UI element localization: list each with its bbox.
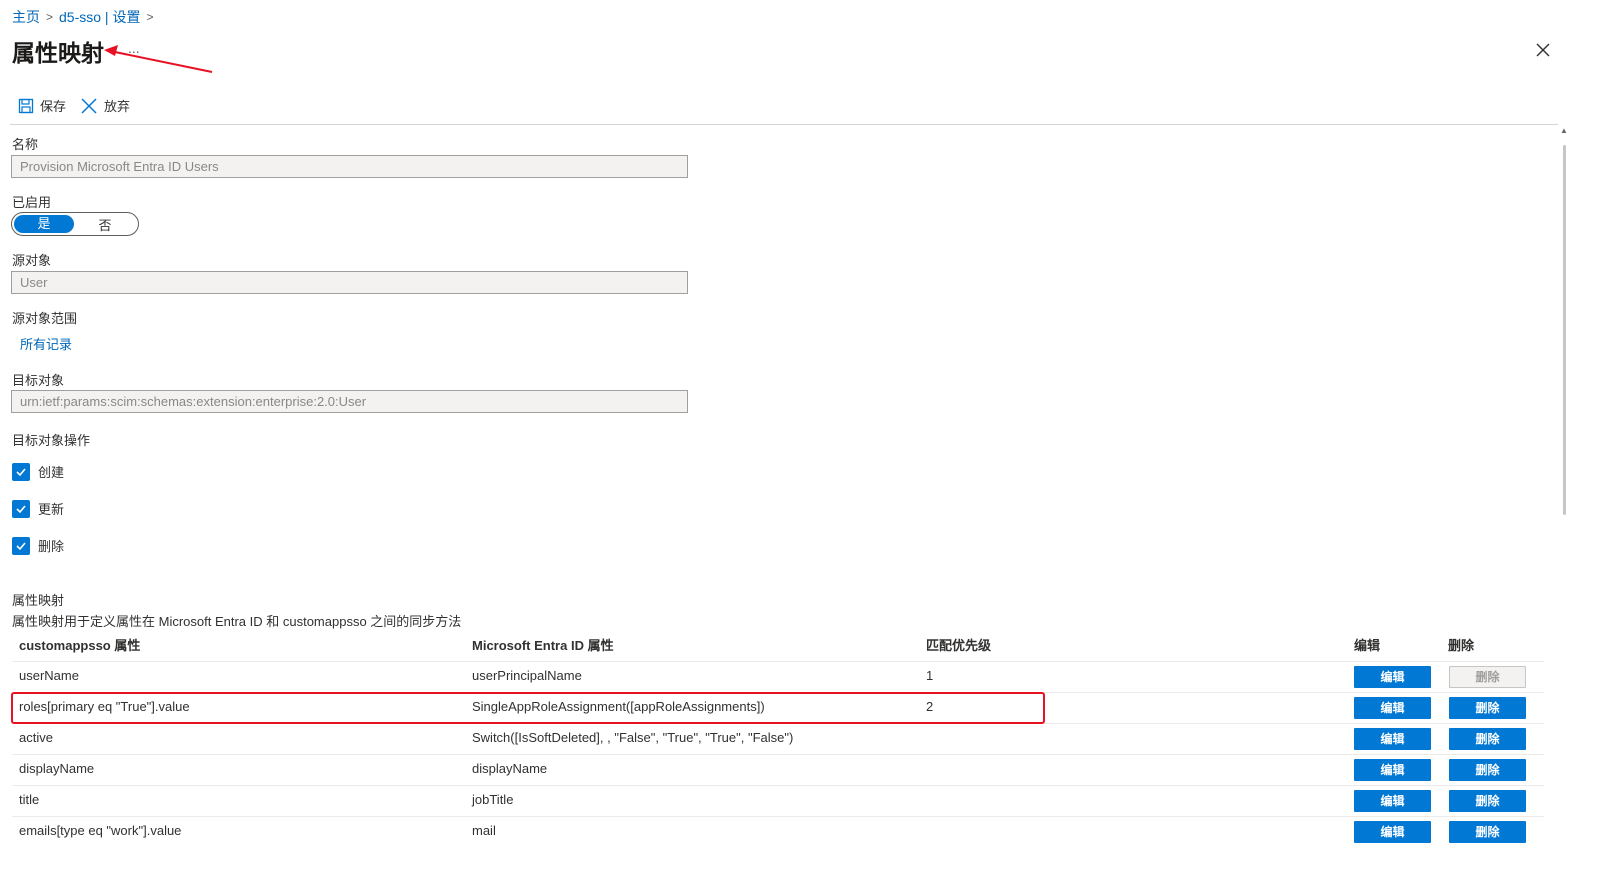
table-row: title jobTitle 编辑 删除	[12, 785, 1544, 816]
checkmark-icon	[12, 499, 30, 518]
column-header-source: Microsoft Entra ID 属性	[472, 638, 614, 653]
chevron-right-icon: >	[146, 10, 154, 24]
source-scope-label: 源对象范围	[12, 311, 78, 326]
action-create-label: 创建	[38, 465, 65, 480]
delete-button[interactable]: 删除	[1449, 728, 1526, 750]
target-object-label: 目标对象	[12, 373, 65, 388]
source-object-label: 源对象	[12, 253, 52, 268]
save-icon	[18, 98, 34, 113]
cell-source: displayName	[472, 761, 548, 776]
mappings-section-title: 属性映射	[12, 593, 65, 608]
close-icon[interactable]	[1533, 40, 1553, 60]
action-update-label: 更新	[38, 502, 65, 517]
target-actions-label: 目标对象操作	[12, 433, 91, 448]
cell-source: userPrincipalName	[472, 668, 582, 683]
scrollbar-thumb[interactable]	[1563, 145, 1566, 515]
column-header-delete: 删除	[1448, 638, 1475, 653]
cell-target: title	[19, 792, 40, 807]
table-row: userName userPrincipalName 1 编辑 删除	[12, 661, 1544, 692]
annotation-arrow	[104, 45, 213, 73]
action-update-checkbox[interactable]: 更新	[12, 499, 64, 518]
table-row: active Switch([IsSoftDeleted], , "False"…	[12, 723, 1544, 754]
cell-source: Switch([IsSoftDeleted], , "False", "True…	[472, 730, 794, 745]
mappings-description: 属性映射用于定义属性在 Microsoft Entra ID 和 customa…	[12, 614, 462, 629]
action-delete-checkbox[interactable]: 删除	[12, 536, 64, 555]
enabled-yes-option[interactable]: 是	[14, 215, 74, 233]
cell-target: active	[19, 730, 53, 745]
command-bar: 保存 放弃	[18, 96, 130, 115]
enabled-label: 已启用	[12, 195, 52, 210]
edit-button[interactable]: 编辑	[1354, 728, 1431, 750]
checkmark-icon	[12, 462, 30, 481]
table-row: emails[type eq "work"].value mail 编辑 删除	[12, 816, 1544, 847]
table-row: displayName displayName 编辑 删除	[12, 754, 1544, 785]
cell-target: displayName	[19, 761, 95, 776]
edit-button[interactable]: 编辑	[1354, 666, 1431, 688]
action-delete-label: 删除	[38, 539, 65, 554]
toolbar-divider	[10, 124, 1558, 125]
edit-button[interactable]: 编辑	[1354, 759, 1431, 781]
name-label: 名称	[12, 137, 39, 152]
breadcrumb: 主页 > d5-sso | 设置 >	[12, 7, 153, 27]
annotation-highlight-box	[11, 692, 1045, 724]
action-create-checkbox[interactable]: 创建	[12, 462, 64, 481]
column-header-target: customappsso 属性	[19, 638, 141, 653]
cell-source: jobTitle	[472, 792, 514, 807]
enabled-no-option[interactable]: 否	[74, 215, 136, 234]
name-field: Provision Microsoft Entra ID Users	[11, 155, 688, 178]
source-scope-link[interactable]: 所有记录	[20, 334, 72, 353]
save-button[interactable]: 保存	[18, 96, 66, 115]
breadcrumb-home-link[interactable]: 主页	[12, 7, 40, 27]
cell-target: userName	[19, 668, 79, 683]
enabled-toggle[interactable]: 是 否	[11, 212, 139, 236]
target-object-field: urn:ietf:params:scim:schemas:extension:e…	[11, 390, 688, 413]
delete-button[interactable]: 删除	[1449, 821, 1526, 843]
column-header-edit: 编辑	[1354, 638, 1381, 653]
column-header-priority: 匹配优先级	[926, 638, 992, 653]
edit-button[interactable]: 编辑	[1354, 790, 1431, 812]
cell-source: mail	[472, 823, 496, 838]
discard-button[interactable]: 放弃	[80, 96, 130, 115]
delete-button[interactable]: 删除	[1449, 697, 1526, 719]
breadcrumb-app-link[interactable]: d5-sso | 设置	[59, 7, 140, 27]
page-title: 属性映射	[12, 40, 104, 66]
scroll-up-arrow-icon[interactable]: ▲	[1560, 126, 1568, 135]
delete-button[interactable]: 删除	[1449, 759, 1526, 781]
source-object-field: User	[11, 271, 688, 294]
delete-button: 删除	[1449, 666, 1526, 688]
chevron-right-icon: >	[46, 10, 54, 24]
discard-label: 放弃	[104, 99, 131, 114]
discard-x-icon	[81, 97, 97, 114]
edit-button[interactable]: 编辑	[1354, 697, 1431, 719]
delete-button[interactable]: 删除	[1449, 790, 1526, 812]
cell-target: emails[type eq "work"].value	[19, 823, 182, 838]
cell-priority: 1	[926, 668, 934, 683]
edit-button[interactable]: 编辑	[1354, 821, 1431, 843]
save-label: 保存	[40, 99, 67, 114]
checkmark-icon	[12, 536, 30, 555]
